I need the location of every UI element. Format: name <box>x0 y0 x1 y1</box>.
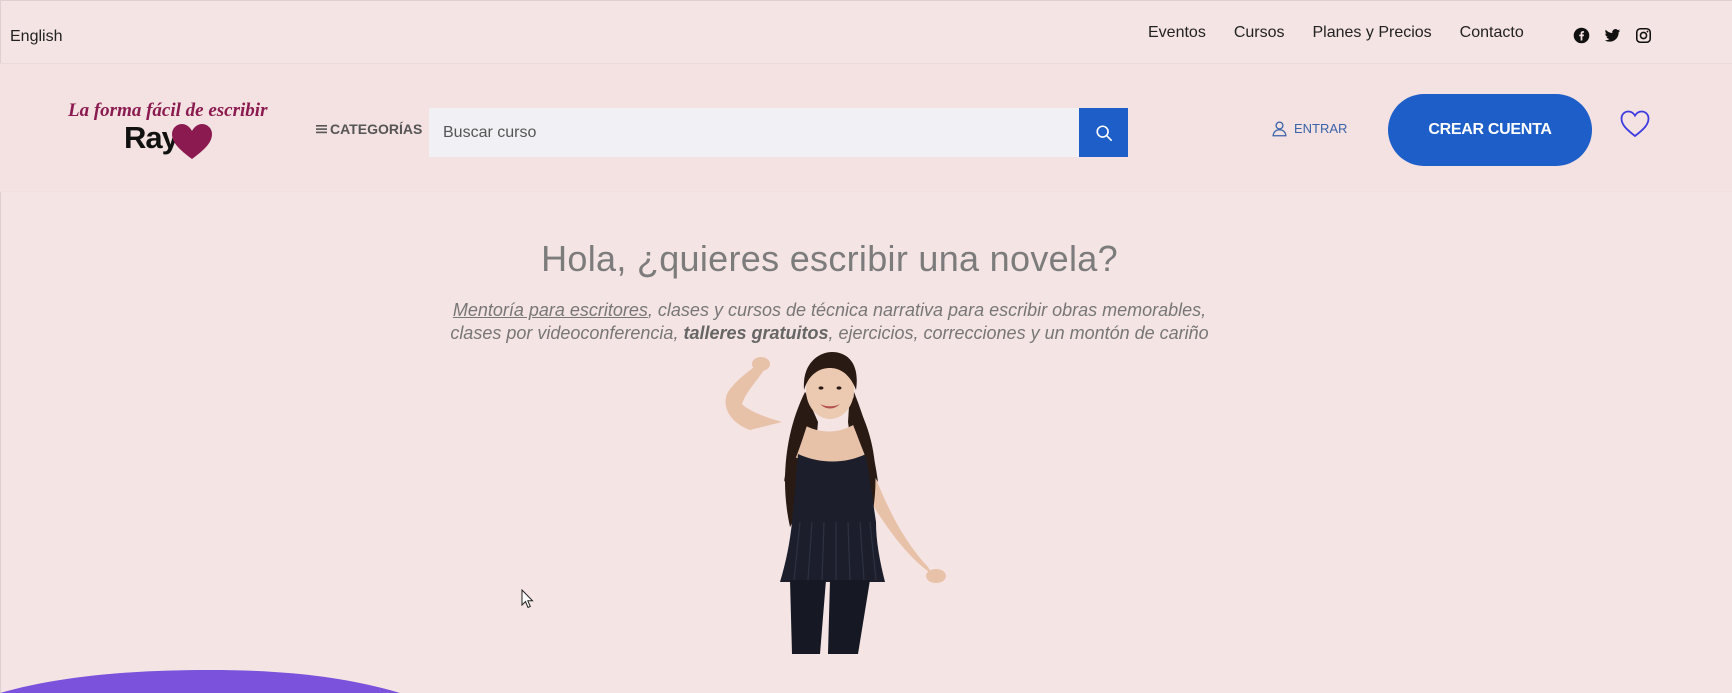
site-logo[interactable]: La forma fácil de escribir Ray <box>68 100 268 162</box>
instagram-icon[interactable] <box>1635 27 1652 44</box>
search-input[interactable] <box>429 108 1079 157</box>
hero-woman-image <box>725 352 946 654</box>
search-button[interactable] <box>1079 108 1128 157</box>
decorative-wave <box>0 670 400 693</box>
facebook-icon[interactable] <box>1573 27 1590 44</box>
login-link[interactable]: ENTRAR <box>1271 120 1347 137</box>
nav-item-planes[interactable]: Planes y Precios <box>1313 24 1432 42</box>
categories-menu[interactable]: CATEGORÍAS <box>316 121 422 137</box>
hero-sub-text-2: clases por videoconferencia, <box>450 323 684 343</box>
nav-item-cursos[interactable]: Cursos <box>1234 24 1285 42</box>
search-icon <box>1095 124 1112 141</box>
nav-item-eventos[interactable]: Eventos <box>1148 24 1206 42</box>
language-switch[interactable]: English <box>10 28 62 46</box>
top-bar: English Eventos Cursos Planes y Precios … <box>0 0 1732 64</box>
logo-heart-icon <box>172 124 212 159</box>
user-icon <box>1272 121 1287 137</box>
logo-tagline: La forma fácil de escribir <box>68 100 268 121</box>
logo-name: Ray <box>124 120 179 155</box>
login-label: ENTRAR <box>1294 121 1348 136</box>
hero-title: Hola, ¿quieres escribir una novela? <box>541 238 1118 279</box>
nav-item-contacto[interactable]: Contacto <box>1460 24 1524 42</box>
categories-label: CATEGORÍAS <box>330 121 423 137</box>
mentoring-link[interactable]: Mentoría para escritores <box>453 300 648 320</box>
hamburger-icon <box>316 125 327 134</box>
search-bar <box>429 108 1128 157</box>
twitter-icon[interactable] <box>1604 27 1621 44</box>
heart-icon[interactable] <box>1620 110 1650 138</box>
top-nav: Eventos Cursos Planes y Precios Contacto <box>1148 24 1524 42</box>
hero-subtitle: Mentoría para escritores, clases y curso… <box>0 299 1659 345</box>
mouse-cursor <box>521 589 534 609</box>
create-account-button[interactable]: CREAR CUENTA <box>1388 94 1592 166</box>
main-header: La forma fácil de escribir Ray CATEGORÍA… <box>0 64 1732 192</box>
social-links <box>1573 27 1652 44</box>
hero-sub-text-3: , ejercicios, correcciones y un montón d… <box>828 323 1209 343</box>
free-workshops-text: talleres gratuitos <box>683 323 829 343</box>
hero-sub-text-1: , clases y cursos de técnica narrativa p… <box>647 300 1207 320</box>
